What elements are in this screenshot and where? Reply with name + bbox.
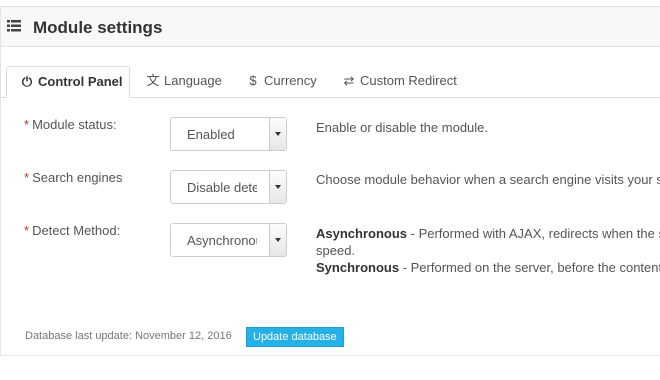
list-icon bbox=[7, 20, 21, 32]
field-label: Detect Method: bbox=[32, 223, 121, 238]
page-title: Module settings bbox=[33, 18, 163, 37]
search-engines-select[interactable]: Disable detection bbox=[170, 170, 287, 204]
dropdown-button[interactable] bbox=[269, 224, 286, 256]
module-status-help: Enable or disable the module. bbox=[316, 120, 489, 135]
tab-control-panel[interactable]: ⏻ Control Panel bbox=[6, 66, 130, 98]
select-value: Enabled bbox=[187, 127, 235, 142]
update-database-button[interactable]: Update database bbox=[246, 327, 344, 347]
select-value: Asynchronous bbox=[187, 233, 257, 248]
sync-help-line: Synchronous - Performed on the server, b… bbox=[316, 259, 660, 276]
field-label: Module status: bbox=[32, 117, 117, 132]
caret-down-icon bbox=[275, 132, 281, 136]
sync-title: Synchronous bbox=[316, 260, 400, 275]
tab-custom-redirect[interactable]: ⇄ Custom Redirect bbox=[342, 66, 457, 97]
required-marker: * bbox=[24, 223, 30, 238]
module-status-label: * Module status: bbox=[24, 117, 117, 132]
database-last-update: Database last update: November 12, 2016 bbox=[25, 330, 232, 342]
search-engines-label: * Search engines bbox=[24, 170, 122, 185]
panel-heading: Module settings bbox=[1, 7, 660, 47]
caret-down-icon bbox=[275, 185, 281, 189]
async-text: - Performed with AJAX, redirects when th… bbox=[410, 226, 660, 241]
search-engines-help: Choose module behavior when a search eng… bbox=[316, 172, 660, 187]
detect-method-help: Asynchronous - Performed with AJAX, redi… bbox=[316, 225, 660, 276]
dropdown-button[interactable] bbox=[269, 171, 286, 203]
module-status-select[interactable]: Enabled bbox=[170, 117, 287, 151]
async-title: Asynchronous bbox=[316, 226, 408, 241]
translate-icon: 文 bbox=[146, 73, 160, 88]
required-marker: * bbox=[24, 117, 30, 132]
power-icon: ⏻ bbox=[21, 74, 33, 89]
exchange-icon: ⇄ bbox=[343, 73, 355, 88]
tab-label: Currency bbox=[264, 73, 317, 88]
tab-currency[interactable]: $ Currency bbox=[246, 66, 317, 97]
caret-down-icon bbox=[275, 238, 281, 242]
tab-language[interactable]: 文 Language bbox=[146, 66, 222, 97]
async-help-cont: speed. bbox=[316, 243, 356, 258]
module-settings-panel: Module settings ⏻ Control Panel 文 Language… bbox=[0, 6, 660, 356]
dollar-icon: $ bbox=[249, 73, 257, 88]
settings-tabs: ⏻ Control Panel 文 Language $ Currency ⇄ Cust… bbox=[1, 66, 660, 98]
detect-method-label: * Detect Method: bbox=[24, 223, 120, 238]
tab-label: Control Panel bbox=[38, 74, 123, 89]
sync-text: - Performed on the server, before the co… bbox=[402, 260, 660, 275]
async-help-line: Asynchronous - Performed with AJAX, redi… bbox=[316, 225, 660, 242]
required-marker: * bbox=[24, 170, 30, 185]
field-label: Search engines bbox=[32, 170, 123, 185]
select-value: Disable detection bbox=[187, 180, 257, 195]
tab-label: Language bbox=[164, 73, 222, 88]
tab-label: Custom Redirect bbox=[360, 73, 457, 88]
detect-method-select[interactable]: Asynchronous bbox=[170, 223, 287, 257]
dropdown-button[interactable] bbox=[269, 118, 286, 150]
